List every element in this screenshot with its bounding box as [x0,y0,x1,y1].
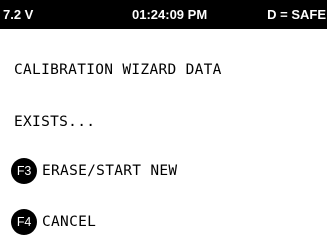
cancel-option[interactable]: F4 CANCEL [11,209,96,235]
status-bar: 7.2 V 01:24:09 PM D = SAFE [0,0,327,29]
message-line-2: EXISTS... [14,114,96,130]
message-line-1: CALIBRATION WIZARD DATA [14,62,222,78]
cancel-label: CANCEL [42,214,97,230]
f4-key-badge[interactable]: F4 [11,209,37,235]
clock-time: 01:24:09 PM [132,7,208,22]
f3-key-badge[interactable]: F3 [11,158,37,184]
device-screen: 7.2 V 01:24:09 PM D = SAFE CALIBRATION W… [0,0,327,248]
erase-start-new-option[interactable]: F3 ERASE/START NEW [11,158,177,184]
safety-mode-indicator: D = SAFE [267,7,326,22]
erase-start-new-label: ERASE/START NEW [42,163,178,179]
battery-voltage: 7.2 V [3,7,34,22]
